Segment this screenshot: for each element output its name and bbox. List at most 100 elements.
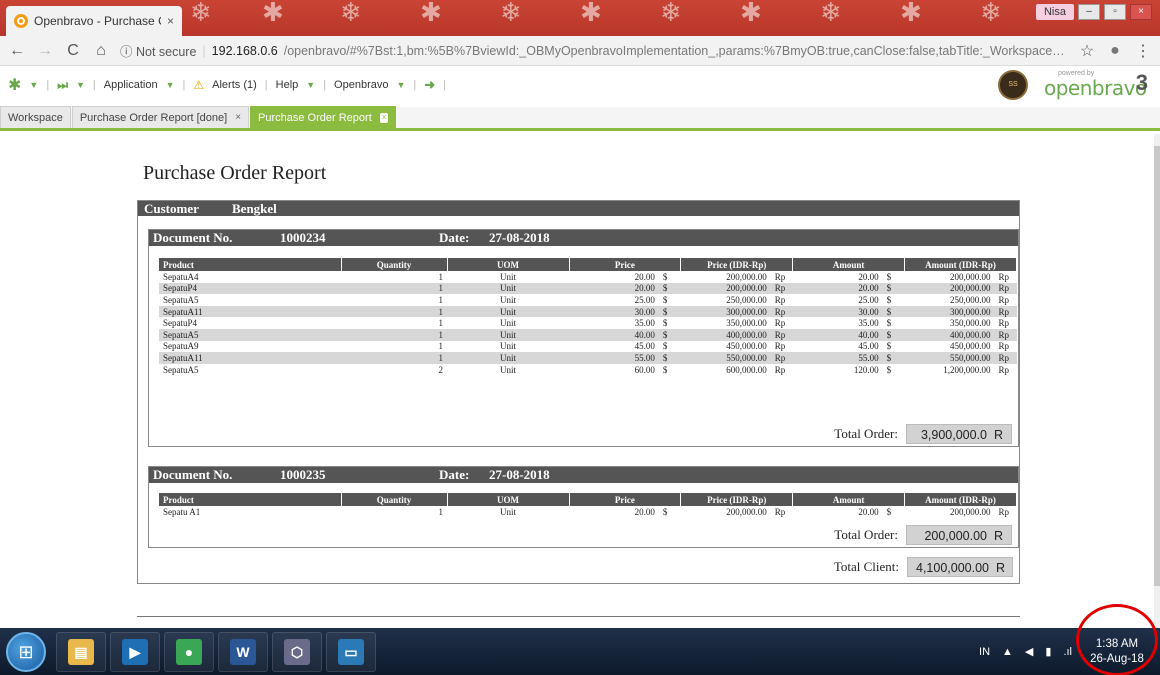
chevron-down-icon[interactable]: ▼: [306, 80, 315, 90]
alerts-link[interactable]: Alerts (1): [212, 79, 257, 91]
amount-idr-currency-cell: Rp: [998, 506, 1010, 517]
price-idr-cell: 350,000.00: [726, 318, 767, 329]
taskbar-app-button[interactable]: ▶: [110, 631, 160, 672]
column-header: Amount: [792, 258, 906, 271]
toolbar-divider: |: [323, 79, 327, 91]
column-header: UOM: [447, 258, 570, 271]
amount-currency-cell: $: [882, 328, 905, 341]
not-secure-indicator[interactable]: ⓘ Not secure: [120, 41, 196, 60]
amount-currency-cell: $: [886, 294, 892, 305]
chevron-down-icon[interactable]: ▼: [76, 80, 85, 90]
snowflake-decoration: ✱: [262, 0, 284, 28]
openbravo-toolbar: ✱ ▼ | ⏭ ▼ | Application ▼ | ⚠ Alerts (1)…: [0, 66, 1160, 104]
taskbar-app-button[interactable]: ●: [164, 631, 214, 672]
taskbar-app-button[interactable]: ▭: [326, 631, 376, 672]
price-cell: 40.00: [569, 328, 659, 341]
toolbar-divider: |: [413, 79, 417, 91]
url-field[interactable]: ⓘ Not secure | 192.168.0.6/openbravo/#%7…: [120, 40, 1068, 62]
column-header: Quantity: [341, 258, 448, 271]
extension-icon[interactable]: ●: [1106, 42, 1124, 60]
pinned-apps: ▤ ▶ ● W ⬡ ▭: [56, 631, 376, 672]
divider: [137, 616, 1020, 617]
quick-launch-icon[interactable]: ⏭: [57, 78, 68, 93]
browser-tab[interactable]: Openbravo - Purchase O ×: [6, 6, 182, 36]
start-button[interactable]: ⊞: [6, 631, 46, 672]
amount-idr-currency-cell: Rp: [998, 364, 1010, 375]
snowflake-decoration: ❄: [500, 0, 522, 28]
close-tab-icon[interactable]: ×: [235, 112, 241, 123]
order-lines-body: Sepatu A1 1 Unit 20.00 $200,000.00 Rp 20.00 $20…: [159, 506, 1017, 518]
chevron-down-icon[interactable]: ▼: [166, 80, 175, 90]
tab-workspace[interactable]: Workspace: [0, 106, 71, 128]
browser-menu-icon[interactable]: ⋮: [1134, 41, 1152, 61]
quantity-cell: 1: [438, 318, 444, 329]
maximize-icon[interactable]: ▫: [1104, 4, 1126, 20]
amount-cell: 20.00: [858, 506, 879, 517]
toolbar-divider: |: [443, 79, 447, 91]
remote-desktop-icon: ▭: [338, 638, 364, 665]
amount-idr-cell: 250,000.00: [950, 294, 991, 305]
price-idr-currency-cell: Rp: [774, 506, 786, 517]
product-cell: SepatuA11: [159, 305, 341, 318]
product-cell: SepatuP4: [159, 282, 341, 295]
price-idr-currency-cell: Rp: [774, 341, 786, 352]
date-label: Date:: [439, 467, 470, 482]
back-icon[interactable]: ←: [8, 42, 26, 60]
bookmark-star-icon[interactable]: ☆: [1078, 41, 1096, 61]
toolbar-divider: |: [92, 79, 96, 91]
application-menu[interactable]: Application: [104, 79, 158, 91]
amount-idr-currency-cell: Rp: [998, 318, 1010, 329]
show-hidden-icons-icon[interactable]: ▲: [1002, 646, 1013, 658]
forward-icon[interactable]: →: [36, 42, 54, 60]
amount-idr-cell: 200,000.00: [950, 271, 991, 282]
price-currency-cell: $: [658, 352, 681, 364]
chevron-down-icon[interactable]: ▼: [396, 80, 405, 90]
amount-cell: 35.00: [858, 318, 879, 329]
document-section: Document No. 1000234 Date: 27-08-2018 Pr…: [148, 229, 1019, 447]
volume-icon[interactable]: ◀: [1025, 645, 1033, 658]
price-idr-cell: 600,000.00: [726, 364, 767, 375]
home-icon[interactable]: ⌂: [92, 42, 110, 60]
user-menu[interactable]: Openbravo: [334, 79, 388, 91]
logout-icon[interactable]: ➜: [424, 77, 435, 93]
scrollbar-thumb[interactable]: [1154, 146, 1160, 586]
help-menu[interactable]: Help: [276, 79, 299, 91]
table-row: SepatuA5 1 Unit 25.00 $250,000.00 Rp 25.00 $250…: [159, 294, 1017, 306]
chevron-down-icon[interactable]: ▼: [29, 80, 38, 90]
amount-idr-cell: 200,000.00: [950, 506, 991, 517]
amount-idr-cell: 350,000.00: [950, 318, 991, 329]
close-tab-icon[interactable]: ×: [167, 14, 174, 28]
price-currency-cell: $: [662, 318, 668, 329]
taskbar-app-button[interactable]: ▤: [56, 631, 106, 672]
total-order-line: Total Order: 200,000.00 R: [834, 525, 1012, 545]
reload-icon[interactable]: C: [64, 42, 82, 60]
create-new-icon[interactable]: ✱: [8, 75, 21, 95]
total-order-currency: R: [993, 529, 1003, 543]
tab-purchase-order-report-done[interactable]: Purchase Order Report [done] ×: [71, 106, 250, 128]
document-section: Document No. 1000235 Date: 27-08-2018 Pr…: [148, 466, 1019, 548]
column-header: UOM: [447, 493, 570, 506]
close-tab-icon[interactable]: ×: [379, 112, 389, 123]
client-logo: SS: [998, 70, 1028, 100]
minimize-icon[interactable]: –: [1078, 4, 1100, 20]
amount-currency-cell: $: [882, 305, 905, 318]
column-header: Price: [569, 493, 682, 506]
quantity-cell: 2: [438, 364, 444, 375]
amount-cell: 25.00: [858, 294, 879, 305]
taskbar-app-button[interactable]: ⬡: [272, 631, 322, 672]
browser-tab-title: Openbravo - Purchase O: [34, 14, 161, 28]
close-window-icon[interactable]: ×: [1130, 4, 1152, 20]
table-row: SepatuA4 1 Unit 20.00 $200,000.00 Rp 20.00 $200…: [159, 271, 1017, 283]
workspace-tab-bar: Workspace Purchase Order Report [done] ×…: [0, 106, 1160, 131]
signal-icon[interactable]: .ıl: [1063, 646, 1072, 658]
price-cell: 60.00: [634, 364, 655, 375]
price-idr-cell: 400,000.00: [680, 328, 771, 341]
language-indicator[interactable]: IN: [979, 646, 990, 658]
snowflake-decoration: ❄: [340, 0, 362, 28]
price-idr-currency-cell: Rp: [774, 271, 786, 282]
tab-purchase-order-report[interactable]: Purchase Order Report ×: [250, 106, 397, 128]
taskbar-app-button[interactable]: W: [218, 631, 268, 672]
profile-badge[interactable]: Nisa: [1035, 4, 1074, 20]
product-cell: SepatuP4: [163, 318, 198, 329]
network-icon[interactable]: ▮: [1045, 645, 1051, 658]
